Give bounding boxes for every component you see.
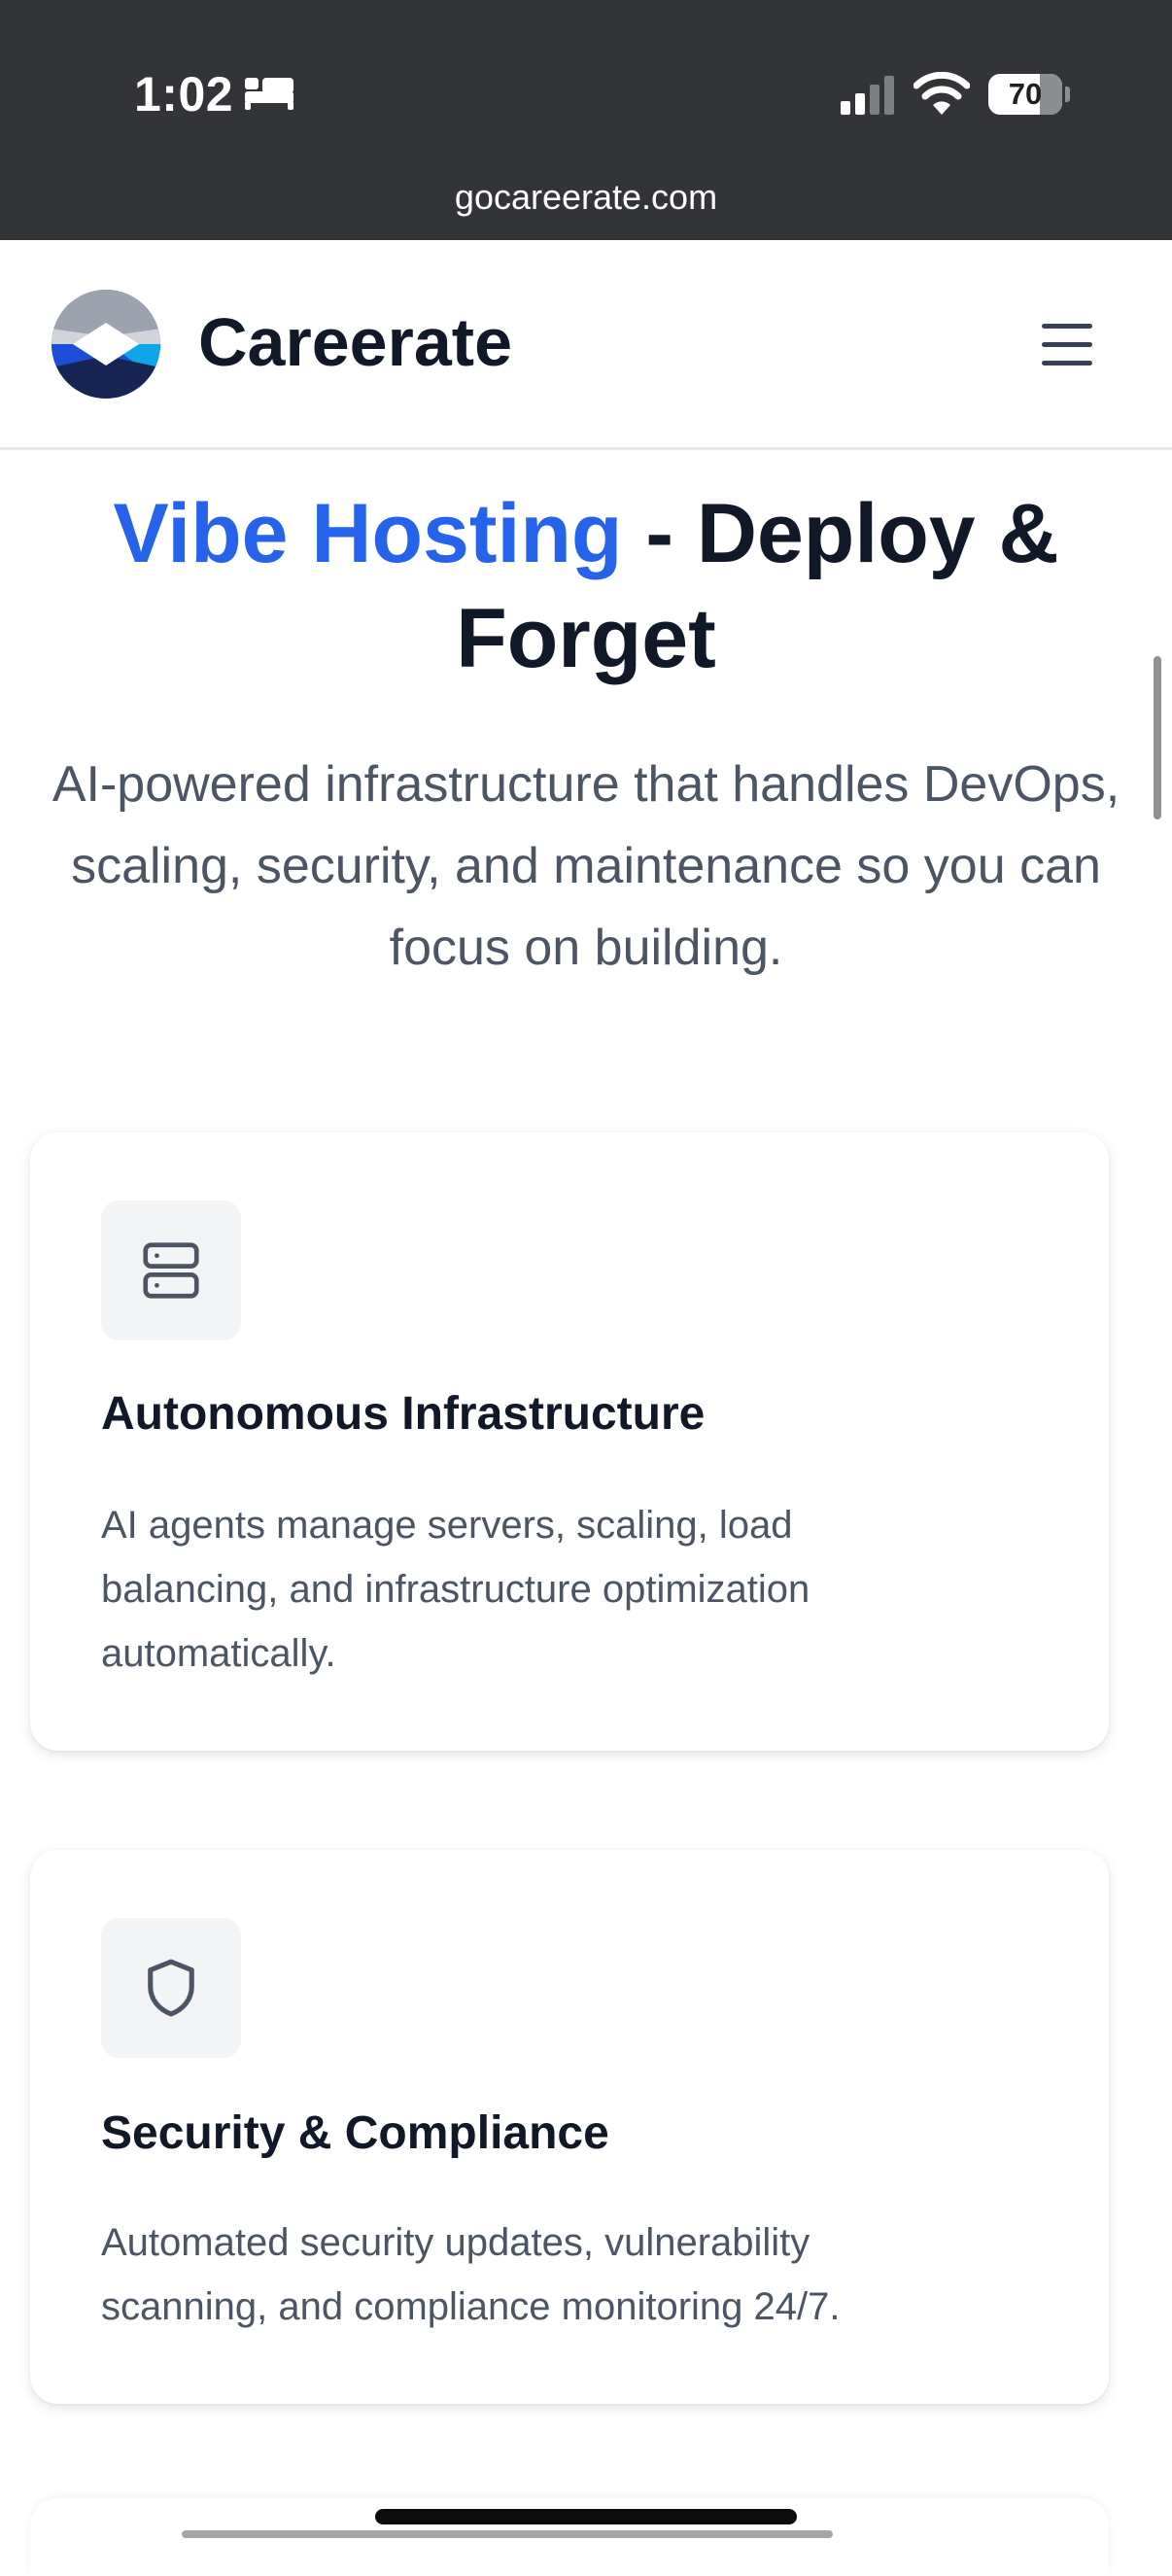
feature-card: Autonomous Infrastructure AI agents mana… bbox=[30, 1132, 1109, 1751]
browser-bottom-bar bbox=[182, 2530, 833, 2538]
hamburger-menu-icon[interactable] bbox=[1032, 318, 1102, 372]
feature-description: AI agents manage servers, scaling, load … bbox=[101, 1504, 810, 1675]
careerate-logo[interactable] bbox=[52, 290, 160, 399]
address-bar[interactable]: gocareerate.com bbox=[0, 177, 1172, 218]
page-scrollbar[interactable] bbox=[1154, 656, 1161, 819]
sleep-icon bbox=[245, 78, 293, 110]
feature-description: Automated security updates, vulnerabilit… bbox=[101, 2221, 841, 2328]
battery-icon: 70 bbox=[988, 74, 1062, 115]
shield-icon bbox=[148, 1959, 194, 2017]
hero-title: Vibe Hosting - Deploy & Forget bbox=[39, 481, 1133, 691]
feature-card: Security & Compliance Automated security… bbox=[30, 1850, 1109, 2404]
feature-icon-box bbox=[101, 1918, 241, 2058]
server-icon bbox=[143, 1242, 199, 1299]
battery-level: 70 bbox=[1008, 77, 1043, 111]
wifi-icon bbox=[913, 72, 970, 115]
browser-chrome: 1:02 70 gocareerate.com bbox=[0, 0, 1172, 240]
feature-title: Security & Compliance bbox=[101, 2107, 609, 2159]
hero-subtitle: AI-powered infrastructure that handles D… bbox=[52, 756, 1120, 976]
hero-title-accent: Vibe Hosting bbox=[113, 487, 623, 580]
feature-title: Autonomous Infrastructure bbox=[101, 1388, 706, 1440]
battery-cap bbox=[1065, 87, 1070, 102]
cellular-signal-icon bbox=[841, 76, 894, 115]
status-time: 1:02 bbox=[134, 67, 234, 122]
brand-name[interactable]: Careerate bbox=[198, 303, 512, 381]
home-indicator[interactable] bbox=[375, 2509, 797, 2524]
feature-icon-box bbox=[101, 1201, 241, 1340]
site-navbar: Careerate bbox=[0, 240, 1172, 450]
